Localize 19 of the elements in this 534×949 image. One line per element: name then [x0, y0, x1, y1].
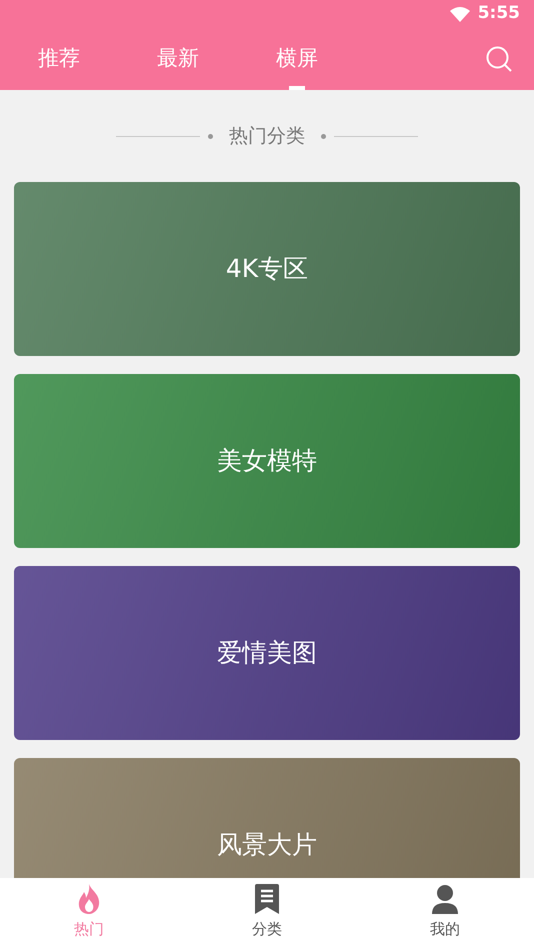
category-card[interactable]: 风景大片: [14, 758, 520, 878]
nav-tab[interactable]: 热门: [0, 878, 178, 949]
dot-ornament: [321, 134, 326, 138]
nav-tab[interactable]: 分类: [178, 878, 356, 949]
category-card[interactable]: 4K专区: [14, 182, 520, 356]
status-time: 5:55: [478, 2, 520, 26]
wifi-icon: [450, 6, 470, 22]
bookmark-icon: [255, 884, 279, 914]
search-icon[interactable]: [486, 46, 512, 72]
person-icon: [432, 884, 458, 914]
dot-ornament: [208, 134, 213, 138]
category-card[interactable]: 爱情美图: [14, 566, 520, 740]
category-card[interactable]: 美女模特: [14, 374, 520, 548]
tab[interactable]: 横屏: [276, 28, 318, 90]
tab[interactable]: 推荐: [38, 28, 80, 90]
flame-icon: [76, 884, 102, 914]
nav-tab[interactable]: 我的: [356, 878, 534, 949]
section-title: 热门分类: [229, 124, 305, 149]
tab[interactable]: 最新: [157, 28, 199, 90]
